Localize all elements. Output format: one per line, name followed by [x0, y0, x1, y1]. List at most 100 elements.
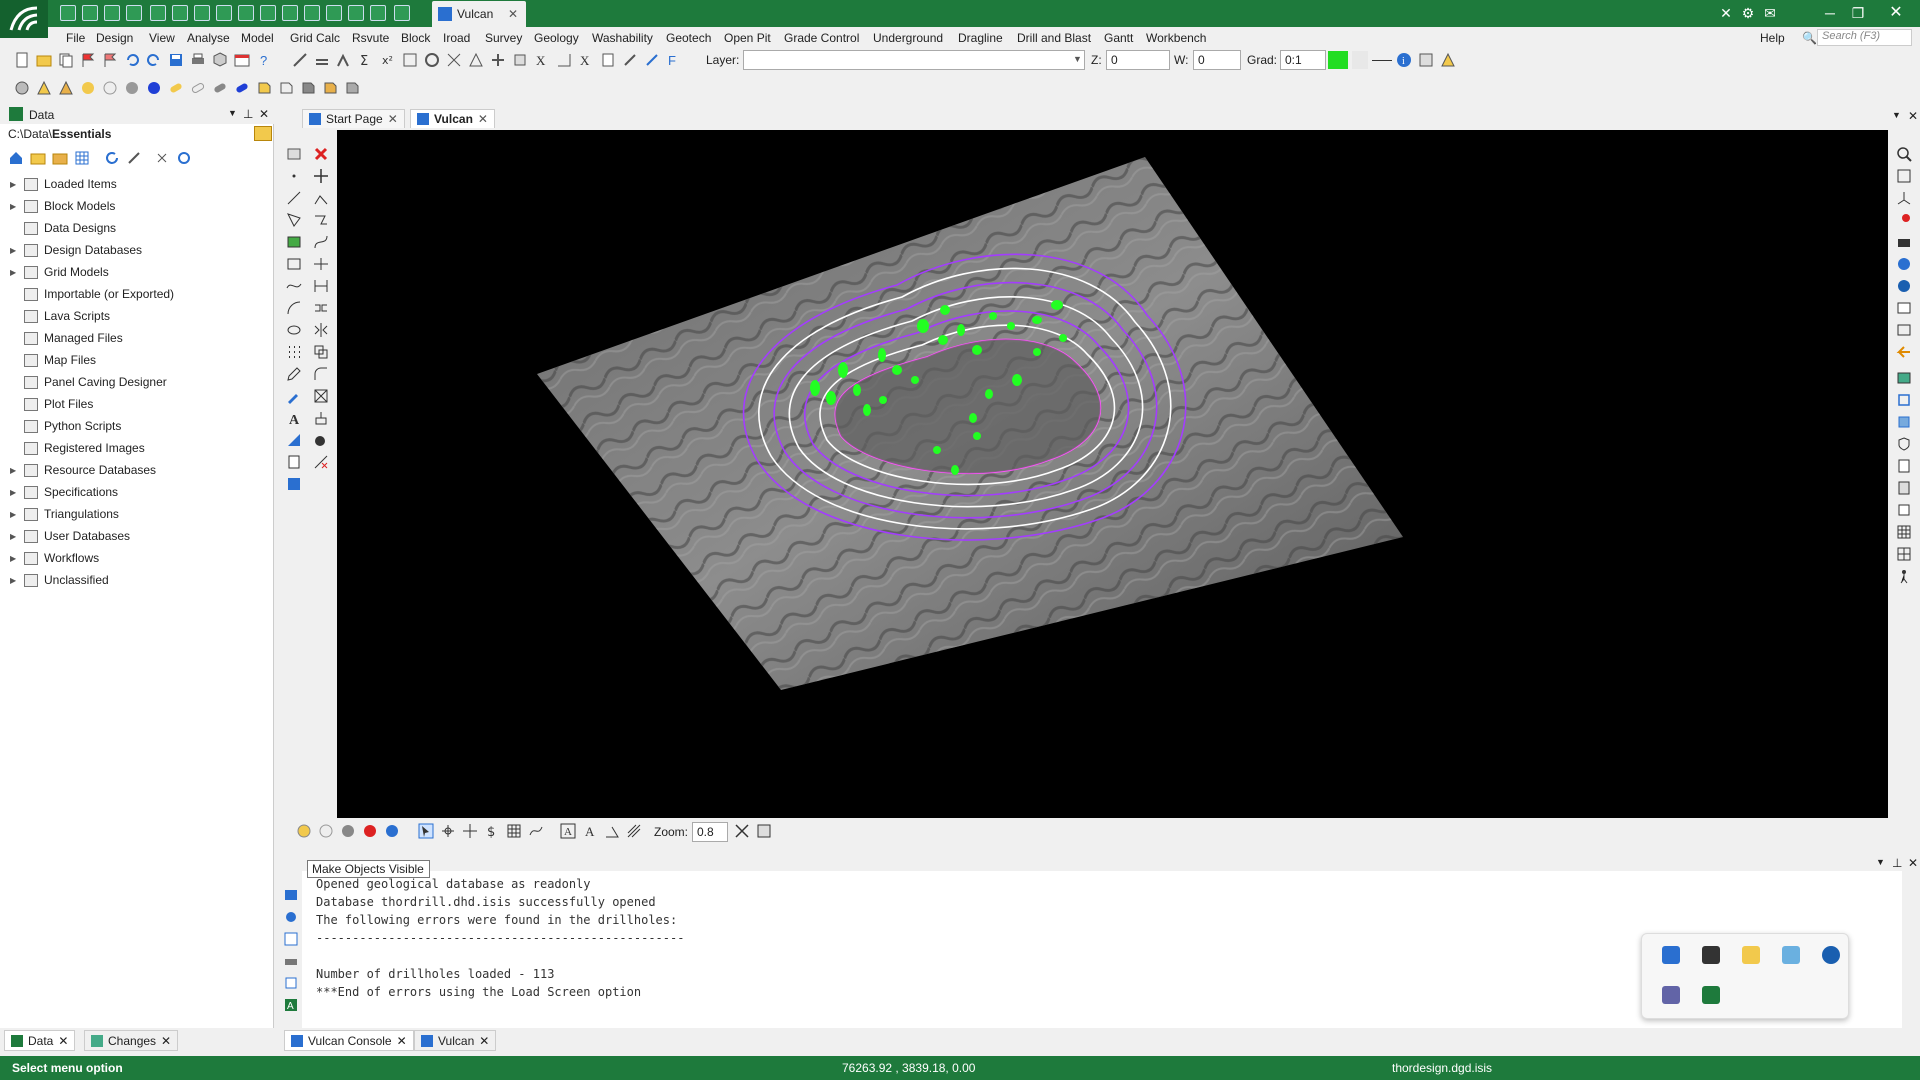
open-folder-icon[interactable] [36, 52, 52, 68]
axes-icon[interactable] [1896, 190, 1912, 206]
print-icon[interactable] [283, 953, 299, 969]
menu-block[interactable]: Block [401, 31, 430, 45]
minimize-button[interactable]: ─ [1820, 3, 1840, 23]
menu-model[interactable]: Model [241, 31, 274, 45]
tree-item[interactable]: Lava Scripts [10, 307, 110, 325]
quick-access-icon[interactable] [172, 5, 188, 21]
menu-grade-control[interactable]: Grade Control [784, 31, 859, 45]
tray-app-icon[interactable] [1702, 946, 1720, 964]
ellipse-tool-icon[interactable] [286, 322, 302, 338]
grid-icon[interactable] [74, 150, 90, 166]
tree-item[interactable]: Registered Images [10, 439, 145, 457]
quick-access-icon[interactable] [82, 5, 98, 21]
menu-gantt[interactable]: Gantt [1104, 31, 1133, 45]
menu-workbench[interactable]: Workbench [1146, 31, 1206, 45]
back-icon[interactable] [1896, 344, 1912, 360]
fit-view-icon[interactable] [1896, 168, 1912, 184]
edit-tool-icon[interactable] [292, 52, 308, 68]
tree-item[interactable]: ▶ Unclassified [10, 571, 109, 589]
solid-yellow-icon[interactable] [256, 80, 272, 96]
menu-dragline[interactable]: Dragline [958, 31, 1003, 45]
dollar-snap-icon[interactable]: $ [484, 823, 500, 839]
properties-icon[interactable] [1418, 52, 1434, 68]
shield-icon[interactable] [1896, 436, 1912, 452]
tree-item[interactable]: ▶ Design Databases [10, 241, 142, 259]
triangle-icon[interactable] [36, 80, 52, 96]
chevron-down-icon[interactable]: ▼ [1073, 54, 1082, 64]
tray-gpu-icon[interactable] [1702, 986, 1720, 1004]
globe-icon[interactable] [1896, 278, 1912, 294]
page-icon[interactable] [1896, 480, 1912, 496]
walk-icon[interactable] [1896, 568, 1912, 584]
quick-access-icon[interactable] [126, 5, 142, 21]
flag-icon[interactable] [102, 52, 118, 68]
tree-item[interactable]: ▶ Resource Databases [10, 461, 156, 479]
sphere-white-icon[interactable] [102, 80, 118, 96]
solid-yellow-icon[interactable] [322, 80, 338, 96]
snap-icon[interactable] [462, 823, 478, 839]
curve-snap-icon[interactable] [528, 823, 544, 839]
join-tool-icon[interactable] [313, 300, 329, 316]
box-icon[interactable] [1896, 414, 1912, 430]
tree-item[interactable]: Python Scripts [10, 417, 121, 435]
image-icon[interactable] [1896, 370, 1912, 386]
close-icon[interactable]: ✕ [58, 1034, 68, 1048]
menu-grid-calc[interactable]: Grid Calc [290, 31, 340, 45]
stamp-tool-icon[interactable] [313, 410, 329, 426]
snap-icon[interactable] [440, 823, 456, 839]
edit-tool-icon[interactable] [468, 52, 484, 68]
sphere-red-icon[interactable] [362, 823, 378, 839]
tree-item[interactable]: ▶ User Databases [10, 527, 130, 545]
quick-access-icon[interactable] [104, 5, 120, 21]
tree-item[interactable]: Map Files [10, 351, 96, 369]
measure-tool-icon[interactable] [313, 278, 329, 294]
restore-button[interactable]: ❐ [1848, 3, 1868, 23]
expand-arrow-icon[interactable]: ▶ [10, 554, 20, 563]
tab-data[interactable]: Data ✕ [4, 1030, 76, 1051]
menu-washability[interactable]: Washability [592, 31, 653, 45]
report-tool-icon[interactable] [286, 454, 302, 470]
grid-icon[interactable] [1896, 546, 1912, 562]
quick-access-icon[interactable] [194, 5, 210, 21]
sphere-yellow-icon[interactable] [80, 80, 96, 96]
close-icon[interactable]: ✕ [478, 112, 488, 126]
quick-access-icon[interactable] [282, 5, 298, 21]
expand-arrow-icon[interactable]: ▶ [10, 202, 20, 211]
mail-icon[interactable]: ✉ [1760, 3, 1780, 23]
menu-drill-and-blast[interactable]: Drill and Blast [1017, 31, 1091, 45]
tree-item[interactable]: Plot Files [10, 395, 93, 413]
layer-select[interactable] [743, 50, 1085, 70]
edit-tool-icon[interactable] [336, 52, 352, 68]
edit-tool-icon[interactable] [512, 52, 528, 68]
quick-access-icon[interactable] [326, 5, 342, 21]
sphere-white-icon[interactable] [318, 823, 334, 839]
move-tool-icon[interactable] [313, 168, 329, 184]
expand-arrow-icon[interactable]: ▶ [10, 488, 20, 497]
sphere-tool-icon[interactable] [313, 432, 329, 448]
menu-view[interactable]: View [149, 31, 175, 45]
eyedropper-icon[interactable] [286, 388, 302, 404]
solid-grey-icon[interactable] [344, 80, 360, 96]
solid-white-icon[interactable] [278, 80, 294, 96]
folder-icon[interactable] [52, 150, 68, 166]
gear-icon[interactable] [176, 150, 192, 166]
info-icon[interactable]: i [1396, 52, 1412, 68]
menu-underground[interactable]: Underground [873, 31, 943, 45]
redraw-icon[interactable] [756, 823, 772, 839]
tree-item[interactable]: Data Designs [10, 219, 116, 237]
tree-item[interactable]: ▶ Loaded Items [10, 175, 117, 193]
copy-icon[interactable] [58, 52, 74, 68]
collapse-icon[interactable] [154, 150, 170, 166]
close-icon[interactable]: ✕ [479, 1034, 489, 1048]
pin-icon[interactable]: ⊥ [243, 107, 253, 121]
point-tool-icon[interactable] [286, 168, 302, 184]
pattern-swatch[interactable] [1352, 51, 1368, 69]
quick-access-icon[interactable] [348, 5, 364, 21]
menu-geology[interactable]: Geology [534, 31, 579, 45]
edit-tool-icon[interactable] [490, 52, 506, 68]
capsule-grey-icon[interactable] [212, 80, 228, 96]
delete-icon[interactable] [313, 146, 329, 162]
menu-design[interactable]: Design [96, 31, 133, 45]
tree-item[interactable]: Importable (or Exported) [10, 285, 174, 303]
line-tool-icon[interactable] [286, 190, 302, 206]
